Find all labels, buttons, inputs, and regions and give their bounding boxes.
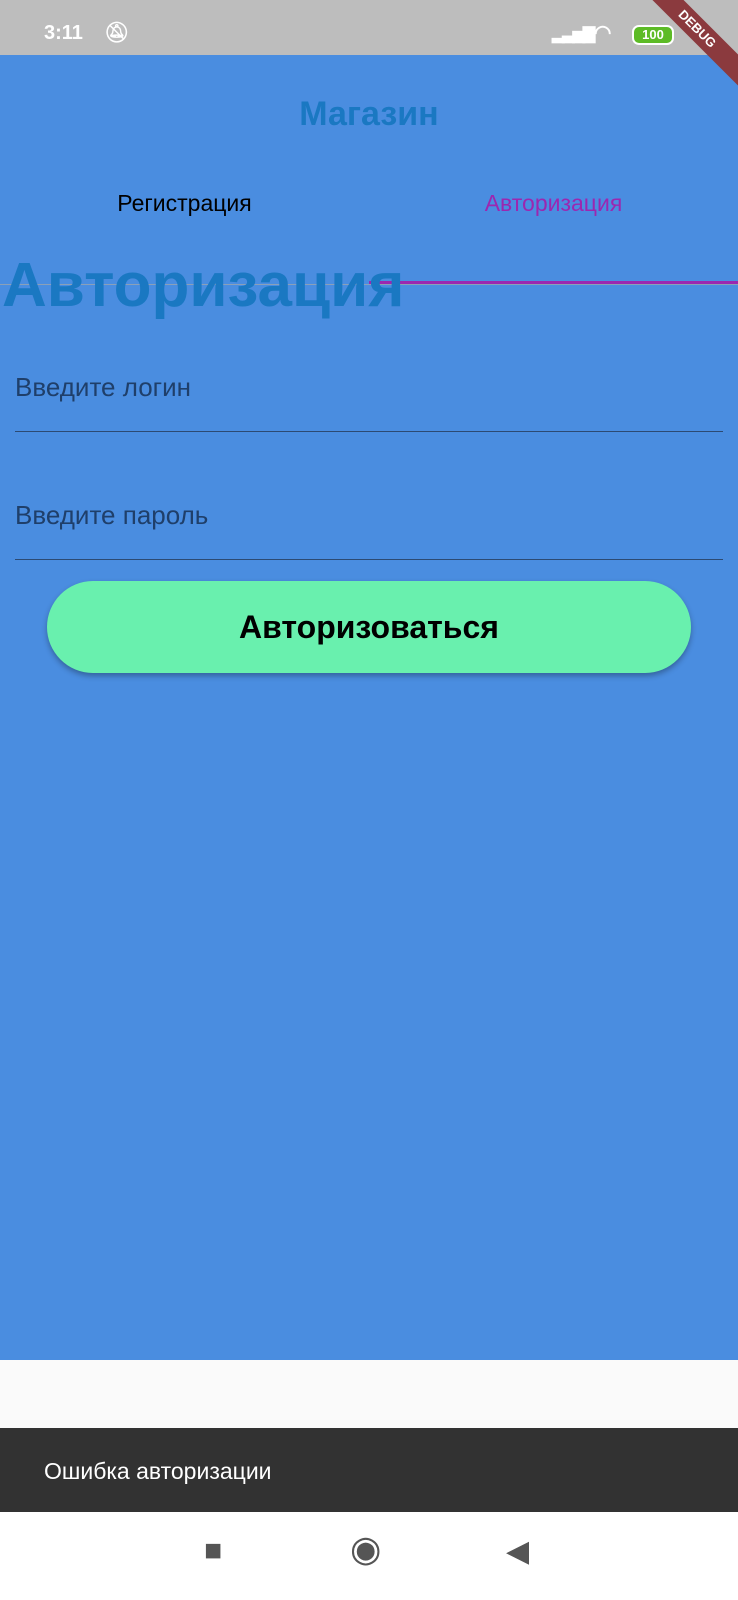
- snackbar: Ошибка авторизации: [0, 1428, 738, 1512]
- authorize-button[interactable]: Авторизоваться: [47, 581, 691, 673]
- app-body: Магазин Регистрация Авторизация Авториза…: [0, 55, 738, 1360]
- recents-icon[interactable]: ■: [204, 1534, 222, 1568]
- login-input[interactable]: Введите логин: [15, 362, 723, 432]
- home-icon[interactable]: ◉: [350, 1528, 381, 1570]
- notifications-off-icon: 🔕︎: [104, 22, 130, 44]
- clock: 3:11: [44, 22, 83, 44]
- password-input[interactable]: Введите пароль: [15, 490, 723, 560]
- wifi-icon: ◠: [594, 22, 612, 44]
- tab-authorization[interactable]: Авторизация: [369, 167, 738, 284]
- battery-icon: 100: [632, 25, 674, 45]
- app-title: Магазин: [299, 95, 439, 133]
- back-icon[interactable]: ◀: [506, 1534, 529, 1569]
- snackbar-message: Ошибка авторизации: [44, 1458, 272, 1484]
- status-bar: 3:11 🔕︎ ▂▃▅▇ ◠ 100: [0, 0, 738, 55]
- signal-icon: ▂▃▅▇: [552, 26, 595, 43]
- system-nav-bar: ■ ◉ ◀: [0, 1512, 738, 1600]
- page-heading: Авторизация: [2, 251, 405, 320]
